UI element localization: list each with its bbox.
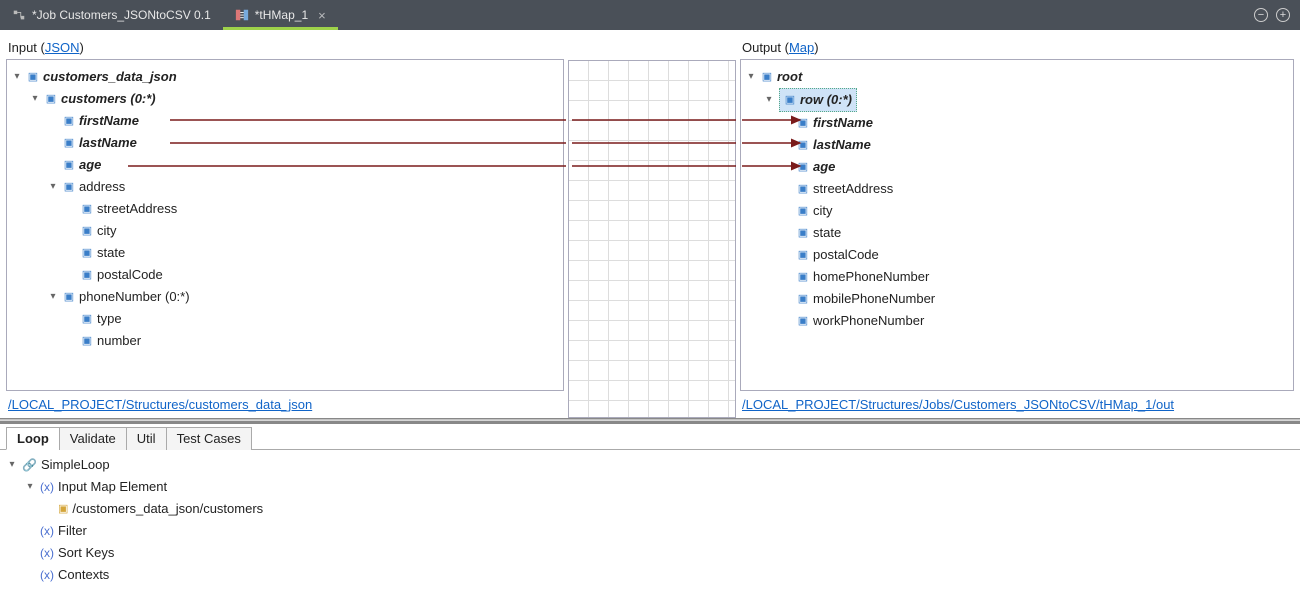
editor-tab-thmap[interactable]: *tHMap_1 × xyxy=(223,0,338,30)
expand-toggle[interactable]: ▾ xyxy=(29,88,41,110)
loop-node-contexts[interactable]: ▾(x)Contexts xyxy=(24,564,1294,586)
element-icon: ▣ xyxy=(81,247,93,259)
expand-toggle[interactable]: ▾ xyxy=(47,176,59,198)
loop-node-sortkeys[interactable]: ▾(x)Sort Keys xyxy=(24,542,1294,564)
path-icon: ▣ xyxy=(58,498,68,520)
tree-node-firstname[interactable]: ▾▣firstName xyxy=(781,112,1289,134)
loop-node-inputmapelement[interactable]: ▾ (x) Input Map Element xyxy=(24,476,1294,498)
element-icon: ▣ xyxy=(81,225,93,237)
tab-testcases[interactable]: Test Cases xyxy=(166,427,252,450)
tree-node-type[interactable]: ▾▣type xyxy=(65,308,559,330)
tree-node-row[interactable]: ▾ ▣ row (0:*) xyxy=(763,88,1289,112)
element-icon: ▣ xyxy=(63,159,75,171)
tree-node-root[interactable]: ▾ ▣ root xyxy=(745,66,1289,88)
tree-node-age[interactable]: ▾▣age xyxy=(781,156,1289,178)
element-icon: ▣ xyxy=(797,293,809,305)
element-icon: ▣ xyxy=(797,271,809,283)
element-icon: ▣ xyxy=(761,71,773,83)
tree-node-firstname[interactable]: ▾▣firstName xyxy=(47,110,559,132)
tree-node-postalcode[interactable]: ▾▣postalCode xyxy=(781,244,1289,266)
element-icon: ▣ xyxy=(797,161,809,173)
element-icon: ▣ xyxy=(63,137,75,149)
output-structure-link[interactable]: /LOCAL_PROJECT/Structures/Jobs/Customers… xyxy=(742,397,1174,412)
tree-node-state[interactable]: ▾▣state xyxy=(781,222,1289,244)
maximize-icon[interactable]: + xyxy=(1276,8,1290,22)
tree-node-streetaddress[interactable]: ▾▣streetAddress xyxy=(781,178,1289,200)
expand-toggle[interactable]: ▾ xyxy=(47,286,59,308)
element-icon: ▣ xyxy=(797,183,809,195)
element-icon: ▣ xyxy=(797,249,809,261)
tree-node-city[interactable]: ▾▣city xyxy=(65,220,559,242)
variable-icon: (x) xyxy=(40,476,54,498)
input-type-link[interactable]: JSON xyxy=(45,40,80,55)
tree-node-city[interactable]: ▾▣city xyxy=(781,200,1289,222)
element-icon: ▣ xyxy=(797,205,809,217)
loop-node-path[interactable]: ▾ ▣ /customers_data_json/customers xyxy=(42,498,1294,520)
variable-icon: (x) xyxy=(40,564,54,586)
element-icon: ▣ xyxy=(81,313,93,325)
element-icon: ▣ xyxy=(63,115,75,127)
mapping-canvas[interactable] xyxy=(568,60,736,418)
minimize-icon[interactable]: − xyxy=(1254,8,1268,22)
tree-node-lastname[interactable]: ▾▣lastName xyxy=(47,132,559,154)
tree-node-number[interactable]: ▾▣number xyxy=(65,330,559,352)
variable-icon: (x) xyxy=(40,542,54,564)
element-icon: ▣ xyxy=(81,335,93,347)
tab-loop[interactable]: Loop xyxy=(6,427,60,450)
expand-toggle[interactable]: ▾ xyxy=(6,454,18,476)
loop-node-simpleloop[interactable]: ▾ 🔗 SimpleLoop xyxy=(6,454,1294,476)
tree-node-mobilephone[interactable]: ▾▣mobilePhoneNumber xyxy=(781,288,1289,310)
expand-toggle[interactable]: ▾ xyxy=(11,66,23,88)
input-tree[interactable]: ▾ ▣ customers_data_json ▾ ▣ customers (0… xyxy=(6,59,564,391)
tree-node-postalcode[interactable]: ▾▣postalCode xyxy=(65,264,559,286)
element-icon: ▣ xyxy=(797,117,809,129)
variable-icon: (x) xyxy=(40,520,54,542)
tree-node-workphone[interactable]: ▾▣workPhoneNumber xyxy=(781,310,1289,332)
tree-node-root[interactable]: ▾ ▣ customers_data_json xyxy=(11,66,559,88)
tab-util[interactable]: Util xyxy=(126,427,167,450)
input-header: Input (JSON) xyxy=(6,34,564,59)
output-tree[interactable]: ▾ ▣ root ▾ ▣ row (0:*) xyxy=(740,59,1294,391)
element-icon: ▣ xyxy=(81,203,93,215)
expand-toggle[interactable]: ▾ xyxy=(745,66,757,88)
close-icon[interactable]: × xyxy=(318,8,326,23)
tree-node-streetaddress[interactable]: ▾▣streetAddress xyxy=(65,198,559,220)
output-type-link[interactable]: Map xyxy=(789,40,814,55)
tree-node-phonenumber[interactable]: ▾▣phoneNumber (0:*) xyxy=(47,286,559,308)
expand-toggle[interactable]: ▾ xyxy=(24,476,36,498)
element-icon: ▣ xyxy=(797,227,809,239)
element-icon: ▣ xyxy=(797,315,809,327)
tree-node-age[interactable]: ▾▣age xyxy=(47,154,559,176)
input-structure-link[interactable]: /LOCAL_PROJECT/Structures/customers_data… xyxy=(8,397,312,412)
tree-node-customers[interactable]: ▾ ▣ customers (0:*) xyxy=(29,88,559,110)
element-icon: ▣ xyxy=(784,94,796,106)
map-icon xyxy=(235,8,249,22)
element-icon: ▣ xyxy=(45,93,57,105)
link-icon: 🔗 xyxy=(22,454,37,476)
tree-node-address[interactable]: ▾▣address xyxy=(47,176,559,198)
job-icon xyxy=(12,8,26,22)
tree-node-homephone[interactable]: ▾▣homePhoneNumber xyxy=(781,266,1289,288)
tab-label: *tHMap_1 xyxy=(255,8,308,22)
tab-label: *Job Customers_JSONtoCSV 0.1 xyxy=(32,8,211,22)
tab-validate[interactable]: Validate xyxy=(59,427,127,450)
element-icon: ▣ xyxy=(27,71,39,83)
loop-node-filter[interactable]: ▾(x)Filter xyxy=(24,520,1294,542)
element-icon: ▣ xyxy=(81,269,93,281)
element-icon: ▣ xyxy=(63,291,75,303)
element-icon: ▣ xyxy=(797,139,809,151)
tree-node-lastname[interactable]: ▾▣lastName xyxy=(781,134,1289,156)
editor-tab-job[interactable]: *Job Customers_JSONtoCSV 0.1 xyxy=(0,0,223,30)
expand-toggle[interactable]: ▾ xyxy=(763,89,775,111)
tree-node-state[interactable]: ▾▣state xyxy=(65,242,559,264)
output-header: Output (Map) xyxy=(740,34,1294,59)
element-icon: ▣ xyxy=(63,181,75,193)
loop-tree[interactable]: ▾ 🔗 SimpleLoop ▾ (x) Input Map Element xyxy=(0,450,1300,590)
